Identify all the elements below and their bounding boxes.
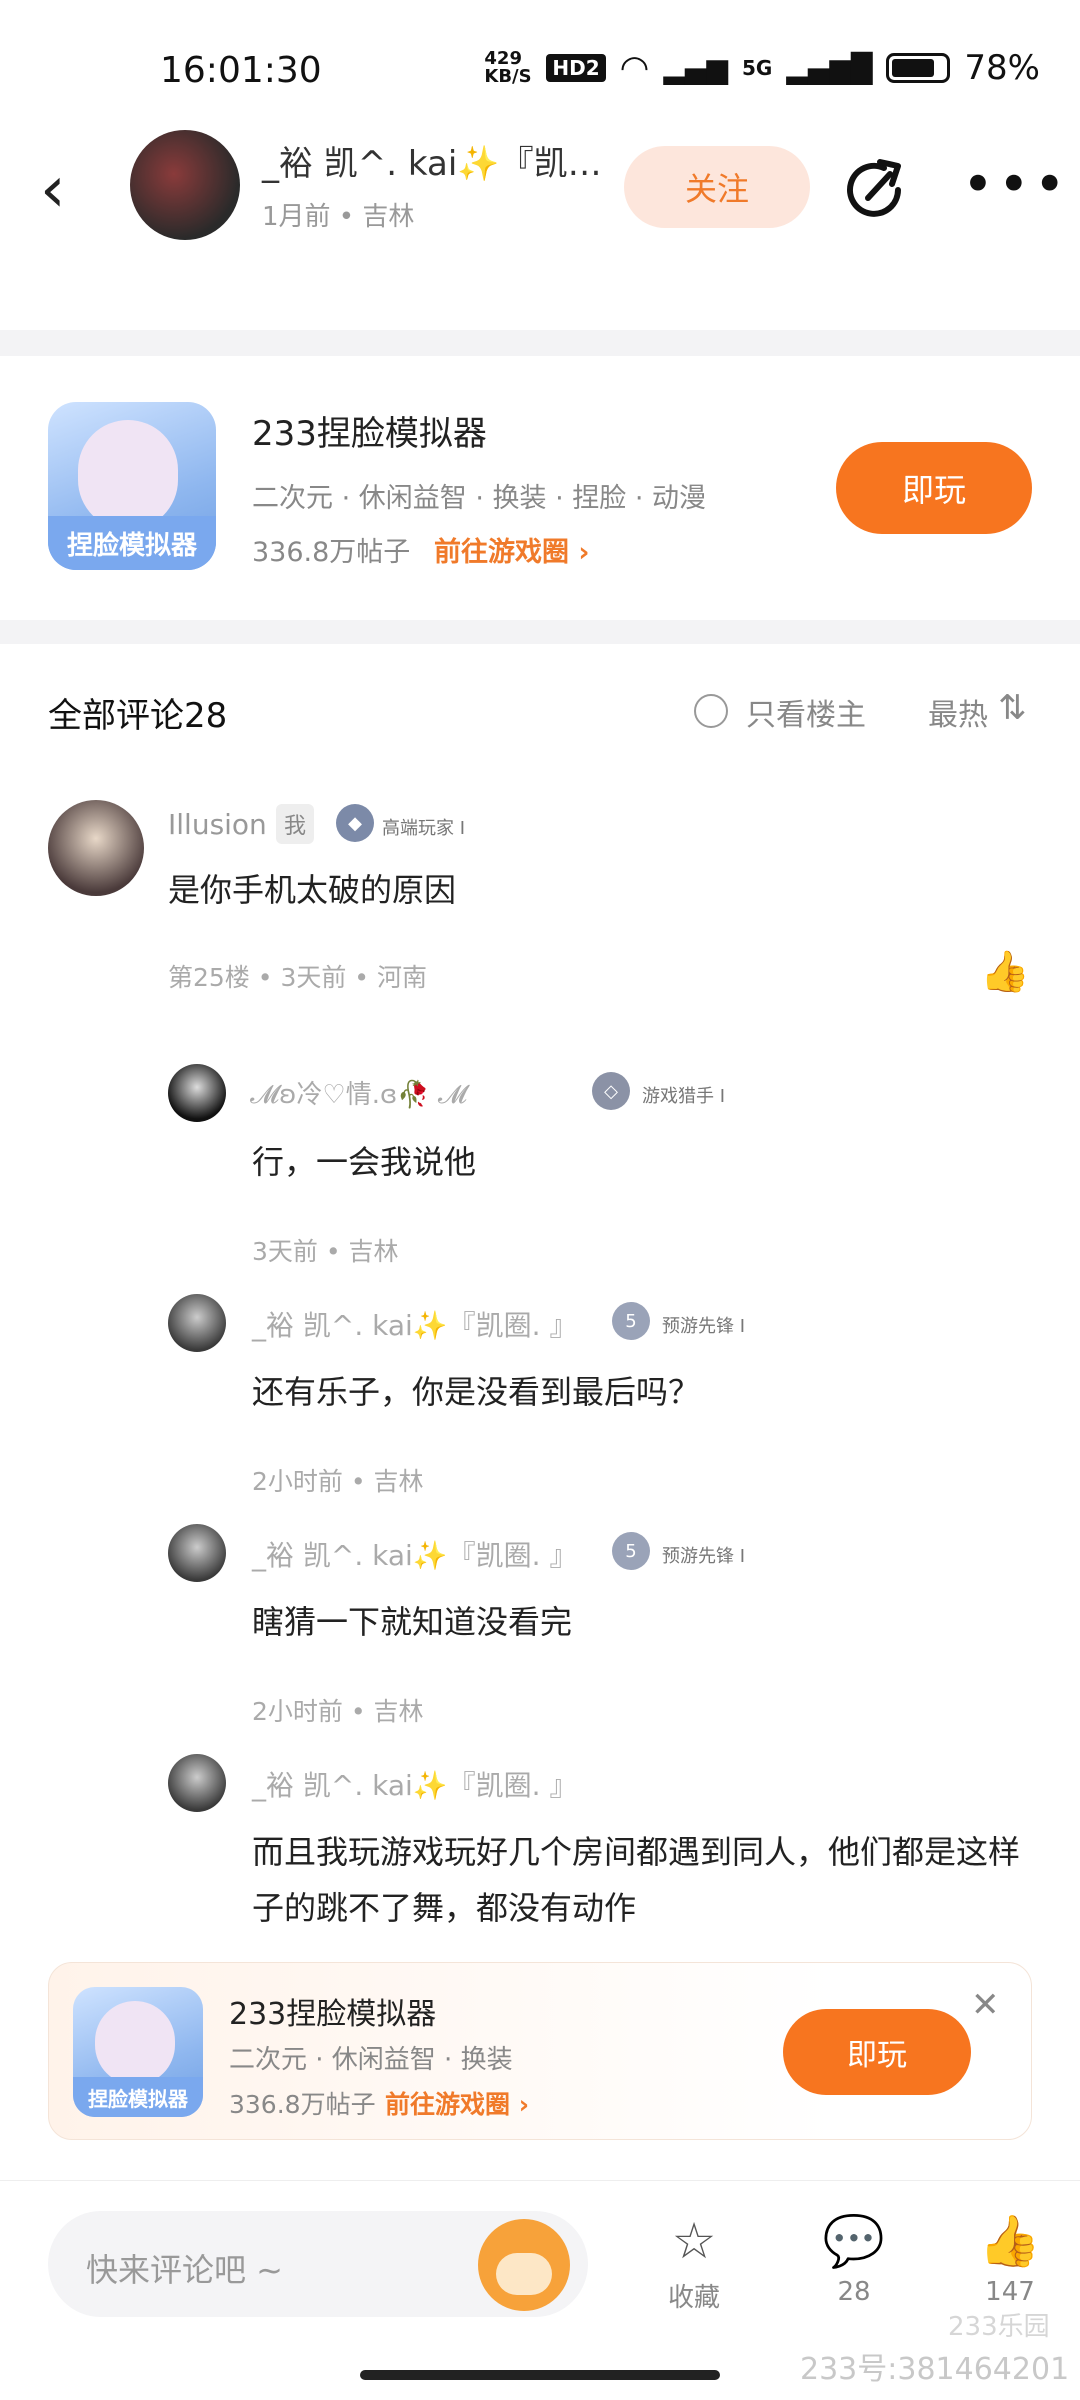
- goto-game-circle-link[interactable]: 前往游戏圈 ›: [434, 530, 590, 569]
- commenter-avatar[interactable]: [48, 800, 144, 896]
- star-icon: ☆: [671, 2212, 717, 2270]
- status-time: 16:01:30: [160, 50, 322, 91]
- game-character-image: [95, 2001, 175, 2085]
- reply-meta: 2小时前 • 吉林: [252, 1697, 424, 1726]
- sort-toggle-icon[interactable]: ⇅: [998, 688, 1027, 728]
- sort-label[interactable]: 最热: [928, 690, 988, 734]
- comment-input[interactable]: 快来评论吧 ~: [48, 2211, 588, 2317]
- battery-icon: [886, 53, 951, 83]
- reply-author-name[interactable]: _裕 凯^. kai✨『凯圈. 』: [252, 1764, 578, 1804]
- reply-meta: 2小时前 • 吉林: [252, 1467, 424, 1496]
- comment-count: 28: [837, 2277, 871, 2307]
- like-count: 147: [985, 2277, 1035, 2307]
- level-text: 预游先锋 I: [662, 1316, 746, 1337]
- collect-label: 收藏: [667, 2283, 720, 2313]
- reply-avatar[interactable]: [168, 1294, 226, 1352]
- post-header: ‹ _裕 凯^. kai✨『凯… 1月前 • 吉林 关注 •••: [0, 130, 1080, 330]
- level-text: 高端玩家 I: [382, 818, 466, 839]
- game-title[interactable]: 233捏脸模拟器: [252, 406, 487, 455]
- wifi-icon: ◠: [619, 48, 650, 88]
- comment-meta: 第25楼 • 3天前 • 河南: [168, 963, 427, 992]
- goto-game-circle-label: 前往游戏圈: [434, 537, 569, 568]
- level-text: 预游先锋 I: [662, 1546, 746, 1567]
- game-icon-text: 捏脸模拟器: [48, 516, 216, 570]
- reply-author-name[interactable]: _裕 凯^. kai✨『凯圈. 』: [252, 1304, 578, 1344]
- game-card[interactable]: 捏脸模拟器 233捏脸模拟器 二次元 · 休闲益智 · 换装 · 捏脸 · 动漫…: [0, 360, 1080, 620]
- close-icon[interactable]: ✕: [971, 1985, 1000, 2025]
- game-post-count: 336.8万帖子: [229, 2090, 376, 2119]
- game-post-count: 336.8万帖子: [252, 537, 411, 568]
- game-tags: 二次元 · 休闲益智 · 换装: [229, 2045, 513, 2075]
- reply-text[interactable]: 而且我玩游戏玩好几个房间都遇到同人，他们都是这样子的跳不了舞，都没有动作: [252, 1824, 1032, 1936]
- network-type-text: 5G: [741, 56, 773, 80]
- post-time-location: 1月前 • 吉林: [262, 202, 415, 232]
- instant-play-button[interactable]: 即玩: [783, 2009, 971, 2095]
- status-bar: 16:01:30 429 KB/S HD2 ◠ ▂▄▆ 5G ▂▄▆█ 78%: [0, 0, 1080, 130]
- comment-text[interactable]: 是你手机太破的原因: [168, 862, 456, 918]
- net-speed-text: 429 KB/S: [484, 48, 532, 87]
- watermark-logo: 233乐园: [948, 2312, 1050, 2342]
- battery-percent: 78%: [964, 48, 1040, 88]
- reply-avatar[interactable]: [168, 1524, 226, 1582]
- me-badge: 我: [276, 804, 315, 844]
- only-author-radio[interactable]: [694, 694, 728, 728]
- comment-button[interactable]: 💬 28: [804, 2211, 904, 2307]
- collect-button[interactable]: ☆ 收藏: [644, 2211, 744, 2314]
- game-app-icon[interactable]: 捏脸模拟器: [48, 402, 216, 570]
- mascot-emoji-icon[interactable]: [478, 2219, 570, 2311]
- game-title[interactable]: 233捏脸模拟器: [229, 1989, 436, 2033]
- comments-count-title: 全部评论28: [48, 696, 228, 736]
- more-options-icon[interactable]: •••: [962, 158, 1070, 212]
- back-arrow-icon[interactable]: ‹: [40, 158, 66, 222]
- reply-author-name[interactable]: 𝓜ʚ冷♡情.ɞ🥀 𝓜: [250, 1074, 467, 1111]
- share-icon[interactable]: [840, 154, 912, 226]
- author-name[interactable]: _裕 凯^. kai✨『凯…: [262, 136, 602, 185]
- chevron-right-icon: ›: [578, 537, 590, 568]
- level-badge-icon: 5: [612, 1532, 650, 1570]
- follow-button[interactable]: 关注: [624, 146, 810, 228]
- thumbs-up-icon: 👍: [978, 2212, 1042, 2270]
- commenter-name[interactable]: Illusion: [168, 808, 267, 841]
- reply-meta: 3天前 • 吉林: [252, 1237, 399, 1266]
- signal-icon: ▂▄▆: [663, 51, 728, 85]
- level-badge-icon: ◇: [592, 1072, 630, 1110]
- goto-game-circle-link[interactable]: 前往游戏圈 ›: [385, 2085, 529, 2121]
- reply-avatar[interactable]: [168, 1754, 226, 1812]
- reply-avatar[interactable]: [168, 1064, 226, 1122]
- instant-play-button[interactable]: 即玩: [836, 442, 1032, 534]
- reply-author-name[interactable]: _裕 凯^. kai✨『凯圈. 』: [252, 1534, 578, 1574]
- floating-game-card[interactable]: 捏脸模拟器 233捏脸模拟器 二次元 · 休闲益智 · 换装 336.8万帖子 …: [48, 1962, 1032, 2140]
- reply-text[interactable]: 还有乐子，你是没看到最后吗？: [252, 1364, 700, 1420]
- comment-bubble-icon: 💬: [822, 2212, 886, 2270]
- status-icons: 429 KB/S HD2 ◠ ▂▄▆ 5G ▂▄▆█ 78%: [484, 48, 1040, 88]
- chevron-right-icon: ›: [518, 2090, 530, 2119]
- watermark-text: 233号:381464201: [800, 2352, 1070, 2387]
- goto-game-circle-label: 前往游戏圈: [385, 2090, 511, 2119]
- section-divider: [0, 330, 1080, 356]
- home-indicator[interactable]: [360, 2370, 720, 2380]
- section-divider: [0, 620, 1080, 644]
- game-character-image: [78, 420, 178, 530]
- level-badge-icon: 5: [612, 1302, 650, 1340]
- like-icon[interactable]: 👍: [980, 948, 1030, 995]
- game-tags: 二次元 · 休闲益智 · 换装 · 捏脸 · 动漫: [252, 483, 706, 514]
- hd-icon: HD2: [546, 54, 606, 82]
- level-text: 游戏猎手 I: [642, 1086, 726, 1107]
- reply-text[interactable]: 行，一会我说他: [252, 1134, 476, 1190]
- reply-text[interactable]: 瞎猜一下就知道没看完: [252, 1594, 572, 1650]
- like-button[interactable]: 👍 147: [960, 2211, 1060, 2307]
- signal-bars-icon: ▂▄▆█: [786, 51, 873, 85]
- level-badge-icon: ◆: [336, 804, 374, 842]
- author-avatar[interactable]: [130, 130, 240, 240]
- game-icon-text: 捏脸模拟器: [73, 2077, 203, 2117]
- only-author-label[interactable]: 只看楼主: [746, 690, 866, 734]
- comment-input-placeholder: 快来评论吧 ~: [86, 2251, 283, 2289]
- game-app-icon[interactable]: 捏脸模拟器: [73, 1987, 203, 2117]
